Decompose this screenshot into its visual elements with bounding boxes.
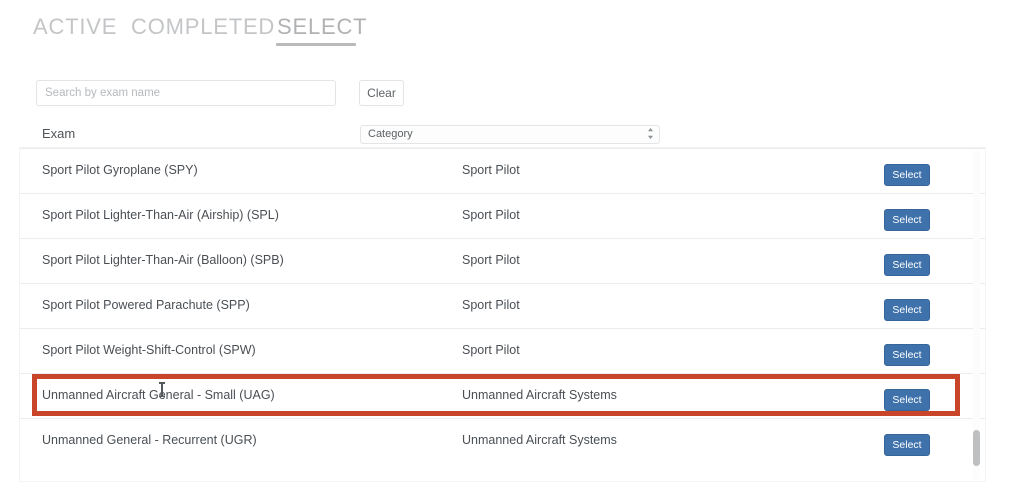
table-row[interactable]: Unmanned Aircraft General - Small (UAG) U… (20, 373, 985, 418)
exam-category-cell: Unmanned Aircraft Systems (462, 433, 617, 447)
category-filter[interactable]: CategorySport PilotUnmanned Aircraft Sys… (360, 124, 660, 144)
exam-category-cell: Unmanned Aircraft Systems (462, 388, 617, 402)
exam-name-cell: Sport Pilot Lighter-Than-Air (Balloon) (… (42, 253, 284, 267)
exam-category-cell: Sport Pilot (462, 163, 520, 177)
exam-name-cell: Unmanned Aircraft General - Small (UAG) (42, 388, 275, 402)
column-header-exam: Exam (42, 126, 76, 141)
exam-name-cell: Sport Pilot Gyroplane (SPY) (42, 163, 198, 177)
tab-select[interactable]: SELECT (277, 14, 367, 40)
select-exam-button[interactable]: Select (884, 209, 930, 231)
select-exam-button[interactable]: Select (884, 164, 930, 186)
exam-category-cell: Sport Pilot (462, 343, 520, 357)
select-exam-button[interactable]: Select (884, 389, 930, 411)
select-exam-button[interactable]: Select (884, 344, 930, 366)
exam-table: Sport Pilot Gyroplane (SPY) Sport Pilot Se… (20, 148, 985, 463)
exam-category-cell: Sport Pilot (462, 298, 520, 312)
tab-select-underline (276, 43, 356, 46)
exam-list-panel: Sport Pilot Gyroplane (SPY) Sport Pilot Se… (20, 148, 985, 481)
select-exam-button[interactable]: Select (884, 299, 930, 321)
exam-category-cell: Sport Pilot (462, 208, 520, 222)
exam-name-cell: Sport Pilot Powered Parachute (SPP) (42, 298, 250, 312)
table-row[interactable]: Sport Pilot Gyroplane (SPY) Sport Pilot Se… (20, 148, 985, 193)
category-select[interactable]: CategorySport PilotUnmanned Aircraft Sys… (360, 125, 660, 144)
exam-name-cell: Unmanned General - Recurrent (UGR) (42, 433, 257, 447)
table-row[interactable]: Sport Pilot Powered Parachute (SPP) Sport… (20, 283, 985, 328)
exam-name-cell: Sport Pilot Lighter-Than-Air (Airship) (… (42, 208, 279, 222)
select-exam-button[interactable]: Select (884, 254, 930, 276)
select-exam-button[interactable]: Select (884, 434, 930, 456)
tab-active[interactable]: ACTIVE (33, 14, 117, 40)
tab-bar: ACTIVE COMPLETED SELECT (0, 0, 1024, 58)
scrollbar-thumb[interactable] (973, 430, 980, 466)
table-row[interactable]: Sport Pilot Lighter-Than-Air (Balloon) (… (20, 238, 985, 283)
search-input[interactable] (36, 80, 336, 106)
exam-category-cell: Sport Pilot (462, 253, 520, 267)
table-row[interactable]: Sport Pilot Weight-Shift-Control (SPW) Sp… (20, 328, 985, 373)
tab-completed[interactable]: COMPLETED (131, 14, 275, 40)
table-row[interactable]: Sport Pilot Lighter-Than-Air (Airship) (… (20, 193, 985, 238)
clear-button[interactable]: Clear (359, 80, 404, 106)
table-row[interactable]: Unmanned General - Recurrent (UGR) Unmann… (20, 418, 985, 463)
exam-name-cell: Sport Pilot Weight-Shift-Control (SPW) (42, 343, 256, 357)
